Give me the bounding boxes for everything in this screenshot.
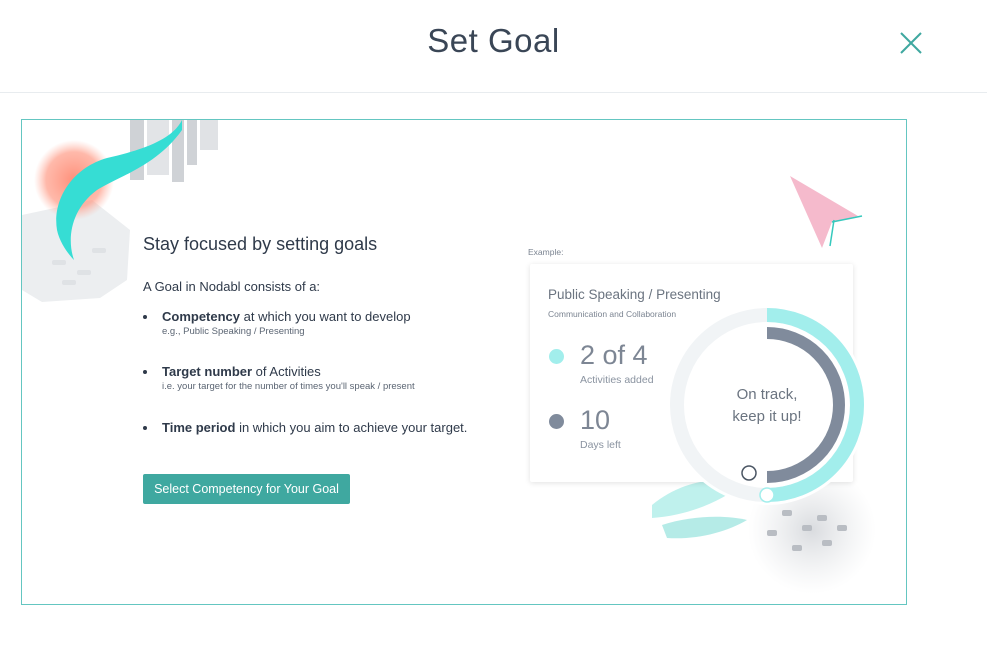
list-item-bold: Competency bbox=[162, 309, 241, 324]
list-item-rest: of Activities bbox=[252, 364, 321, 379]
activities-progress-knob bbox=[759, 487, 775, 503]
example-label: Example: bbox=[528, 247, 564, 257]
days-label: Days left bbox=[580, 439, 621, 451]
list-item-hint: i.e. your target for the number of times… bbox=[162, 381, 415, 392]
activities-legend-dot bbox=[549, 349, 564, 364]
goal-category: Communication and Collaboration bbox=[548, 309, 677, 319]
close-button[interactable] bbox=[896, 28, 926, 58]
bullet-dot bbox=[143, 426, 147, 430]
page-title: Set Goal bbox=[427, 22, 560, 59]
intro-lead: A Goal in Nodabl consists of a: bbox=[143, 279, 321, 294]
modal-header: Set Goal bbox=[0, 0, 987, 93]
activities-count: 2 of 4 bbox=[580, 340, 648, 370]
list-item-text: Time period in which you aim to achieve … bbox=[162, 420, 467, 435]
goal-status-line1: On track, bbox=[736, 386, 798, 403]
days-legend-dot bbox=[549, 414, 564, 429]
days-count: 10 bbox=[580, 405, 611, 435]
list-item-text: Target number of Activities bbox=[162, 364, 321, 379]
activities-label: Activities added bbox=[580, 374, 654, 386]
list-item-rest: in which you aim to achieve your target. bbox=[235, 420, 468, 435]
bullet-dot bbox=[143, 315, 147, 319]
goal-status-text: On track, keep it up! bbox=[717, 384, 817, 428]
close-icon bbox=[900, 32, 922, 54]
bullet-dot bbox=[143, 370, 147, 374]
select-competency-button[interactable]: Select Competency for Your Goal bbox=[143, 474, 350, 504]
list-item-text: Competency at which you want to develop bbox=[162, 309, 411, 324]
list-item-hint: e.g., Public Speaking / Presenting bbox=[162, 326, 305, 337]
list-item-bold: Target number bbox=[162, 364, 253, 379]
time-progress-knob bbox=[741, 465, 757, 481]
list-item-bold: Time period bbox=[162, 420, 236, 435]
list-item-rest: at which you want to develop bbox=[240, 309, 411, 324]
goal-status-line2: keep it up! bbox=[732, 408, 802, 425]
goal-intro-panel: Stay focused by setting goals A Goal in … bbox=[21, 119, 907, 605]
intro-heading: Stay focused by setting goals bbox=[143, 234, 378, 254]
goal-competency-title: Public Speaking / Presenting bbox=[548, 287, 721, 302]
